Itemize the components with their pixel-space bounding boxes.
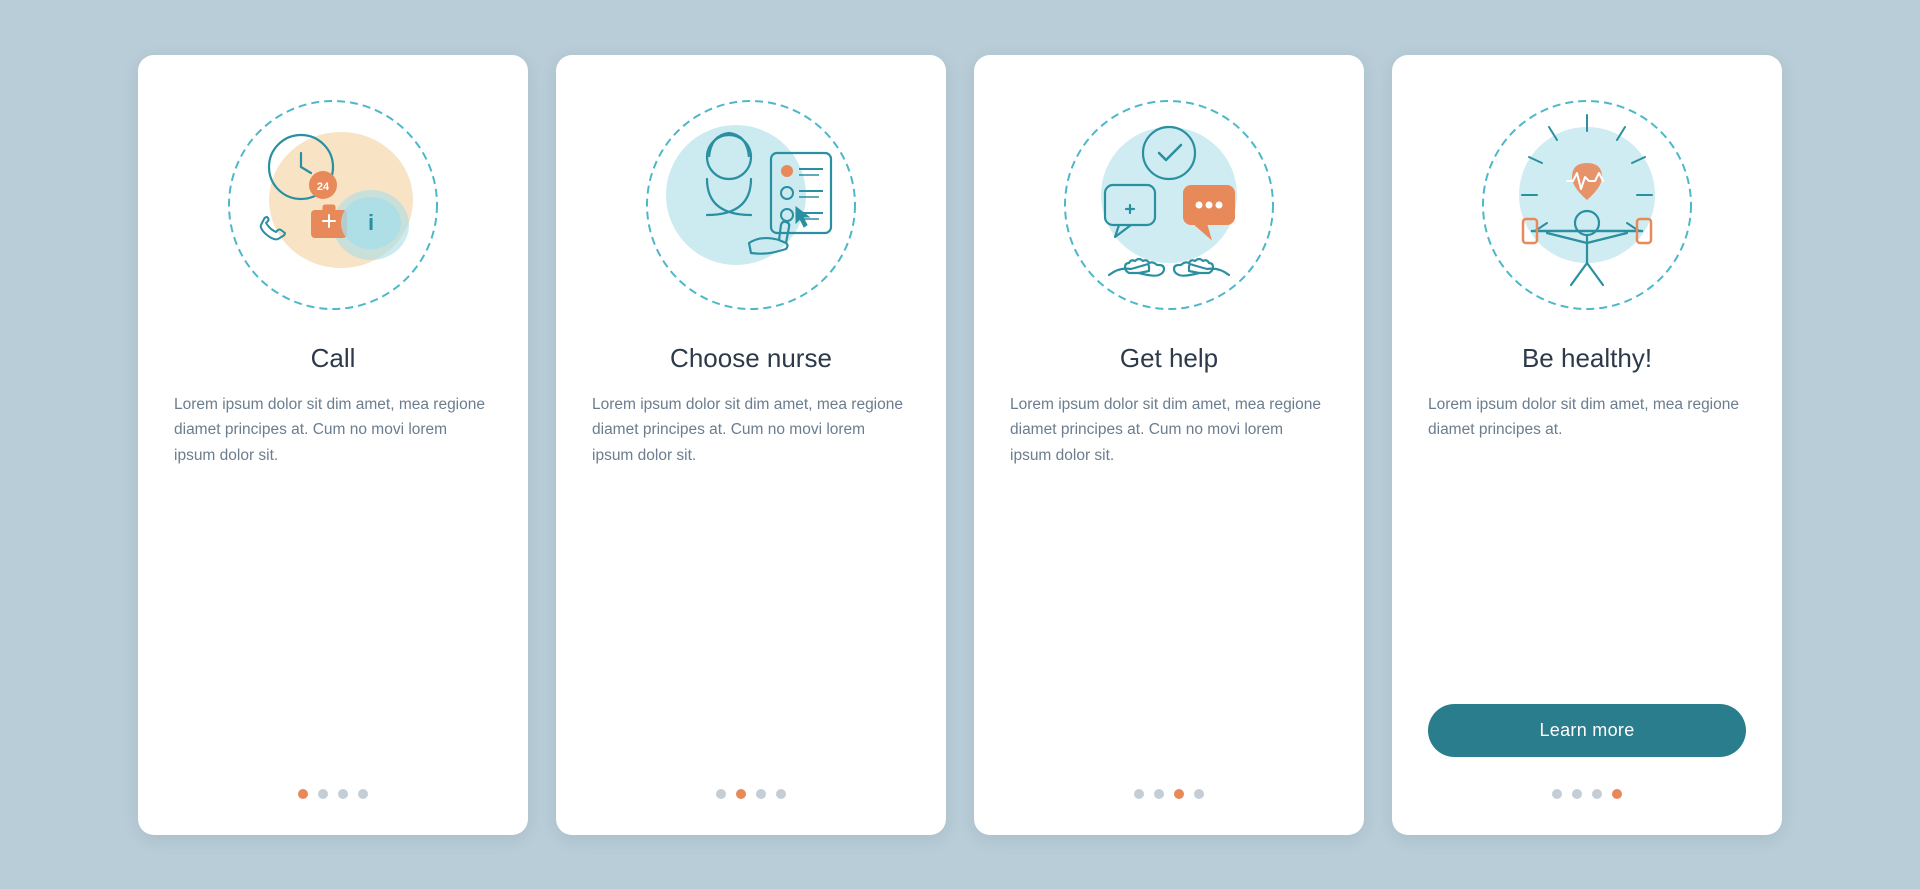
dot-1: [1134, 789, 1144, 799]
dot-4: [358, 789, 368, 799]
call-title: Call: [311, 343, 356, 374]
dot-3: [338, 789, 348, 799]
healthy-illustration: [1477, 95, 1697, 315]
dot-1: [1552, 789, 1562, 799]
call-illustration: 24 i: [223, 95, 443, 315]
dot-4: [1612, 789, 1622, 799]
help-dots: [1134, 789, 1204, 799]
dot-3: [1592, 789, 1602, 799]
card-choose-nurse: Choose nurse Lorem ipsum dolor sit dim a…: [556, 55, 946, 835]
learn-more-button[interactable]: Learn more: [1428, 704, 1746, 757]
nurse-text: Lorem ipsum dolor sit dim amet, mea regi…: [592, 392, 910, 757]
dot-4: [776, 789, 786, 799]
help-text: Lorem ipsum dolor sit dim amet, mea regi…: [1010, 392, 1328, 757]
nurse-title: Choose nurse: [670, 343, 832, 374]
dot-4: [1194, 789, 1204, 799]
help-title: Get help: [1120, 343, 1218, 374]
help-illustration: [1059, 95, 1279, 315]
dot-1: [716, 789, 726, 799]
svg-text:i: i: [368, 210, 374, 235]
dot-3: [756, 789, 766, 799]
call-dots: [298, 789, 368, 799]
nurse-dots: [716, 789, 786, 799]
dot-2: [736, 789, 746, 799]
dot-1: [298, 789, 308, 799]
nurse-illustration: [641, 95, 861, 315]
call-text: Lorem ipsum dolor sit dim amet, mea regi…: [174, 392, 492, 757]
dot-2: [318, 789, 328, 799]
svg-text:24: 24: [317, 181, 330, 193]
healthy-dots: [1552, 789, 1622, 799]
dot-2: [1572, 789, 1582, 799]
cards-container: 24 i Call Lorem ipsum dolor sit dim amet…: [98, 15, 1822, 875]
card-call: 24 i Call Lorem ipsum dolor sit dim amet…: [138, 55, 528, 835]
card-be-healthy: Be healthy! Lorem ipsum dolor sit dim am…: [1392, 55, 1782, 835]
healthy-text: Lorem ipsum dolor sit dim amet, mea regi…: [1428, 392, 1746, 680]
dot-3: [1174, 789, 1184, 799]
dot-2: [1154, 789, 1164, 799]
healthy-title: Be healthy!: [1522, 343, 1652, 374]
card-get-help: Get help Lorem ipsum dolor sit dim amet,…: [974, 55, 1364, 835]
